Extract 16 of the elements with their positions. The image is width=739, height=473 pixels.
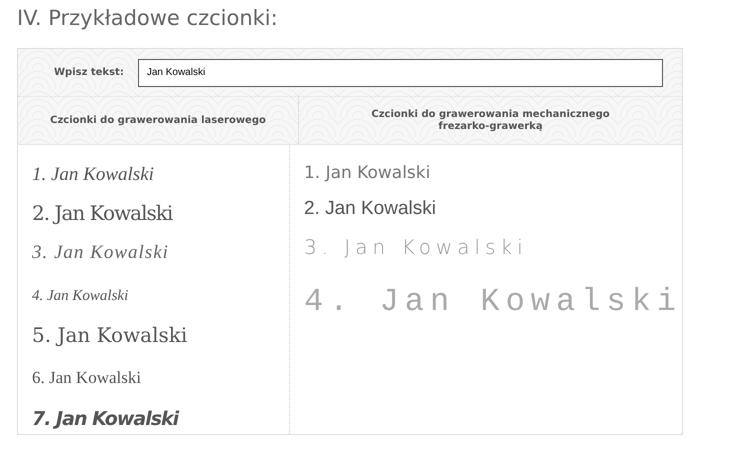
field-label: Wpisz tekst: <box>54 66 124 80</box>
section-heading: IV. Przykładowe czcionki: <box>17 6 279 32</box>
column-header: Czcionki do grawerowania mechanicznego frezarko-grawerką <box>370 108 611 133</box>
font-sample: 3. Jan Kowalski <box>304 235 528 260</box>
font-sample: 4. Jan Kowalski <box>32 288 128 304</box>
font-sample: 6. Jan Kowalski <box>32 368 142 388</box>
font-sample: 1. Jan Kowalski <box>32 164 154 186</box>
font-sample: 4. Jan Kowalski <box>304 283 682 320</box>
column-header: Czcionki do grawerowania laserowego <box>50 114 266 127</box>
font-sample: 7. Jan Kowalski <box>32 408 178 430</box>
font-sample: 5. Jan Kowalski <box>32 323 188 348</box>
text-input[interactable]: Jan Kowalski <box>138 58 663 87</box>
font-sample: 2. Jan Kowalski <box>32 201 172 226</box>
font-sample: 2. Jan Kowalski <box>304 198 436 220</box>
font-sample: 3. Jan Kowalski <box>32 242 169 264</box>
font-sample: 1. Jan Kowalski <box>304 163 430 184</box>
